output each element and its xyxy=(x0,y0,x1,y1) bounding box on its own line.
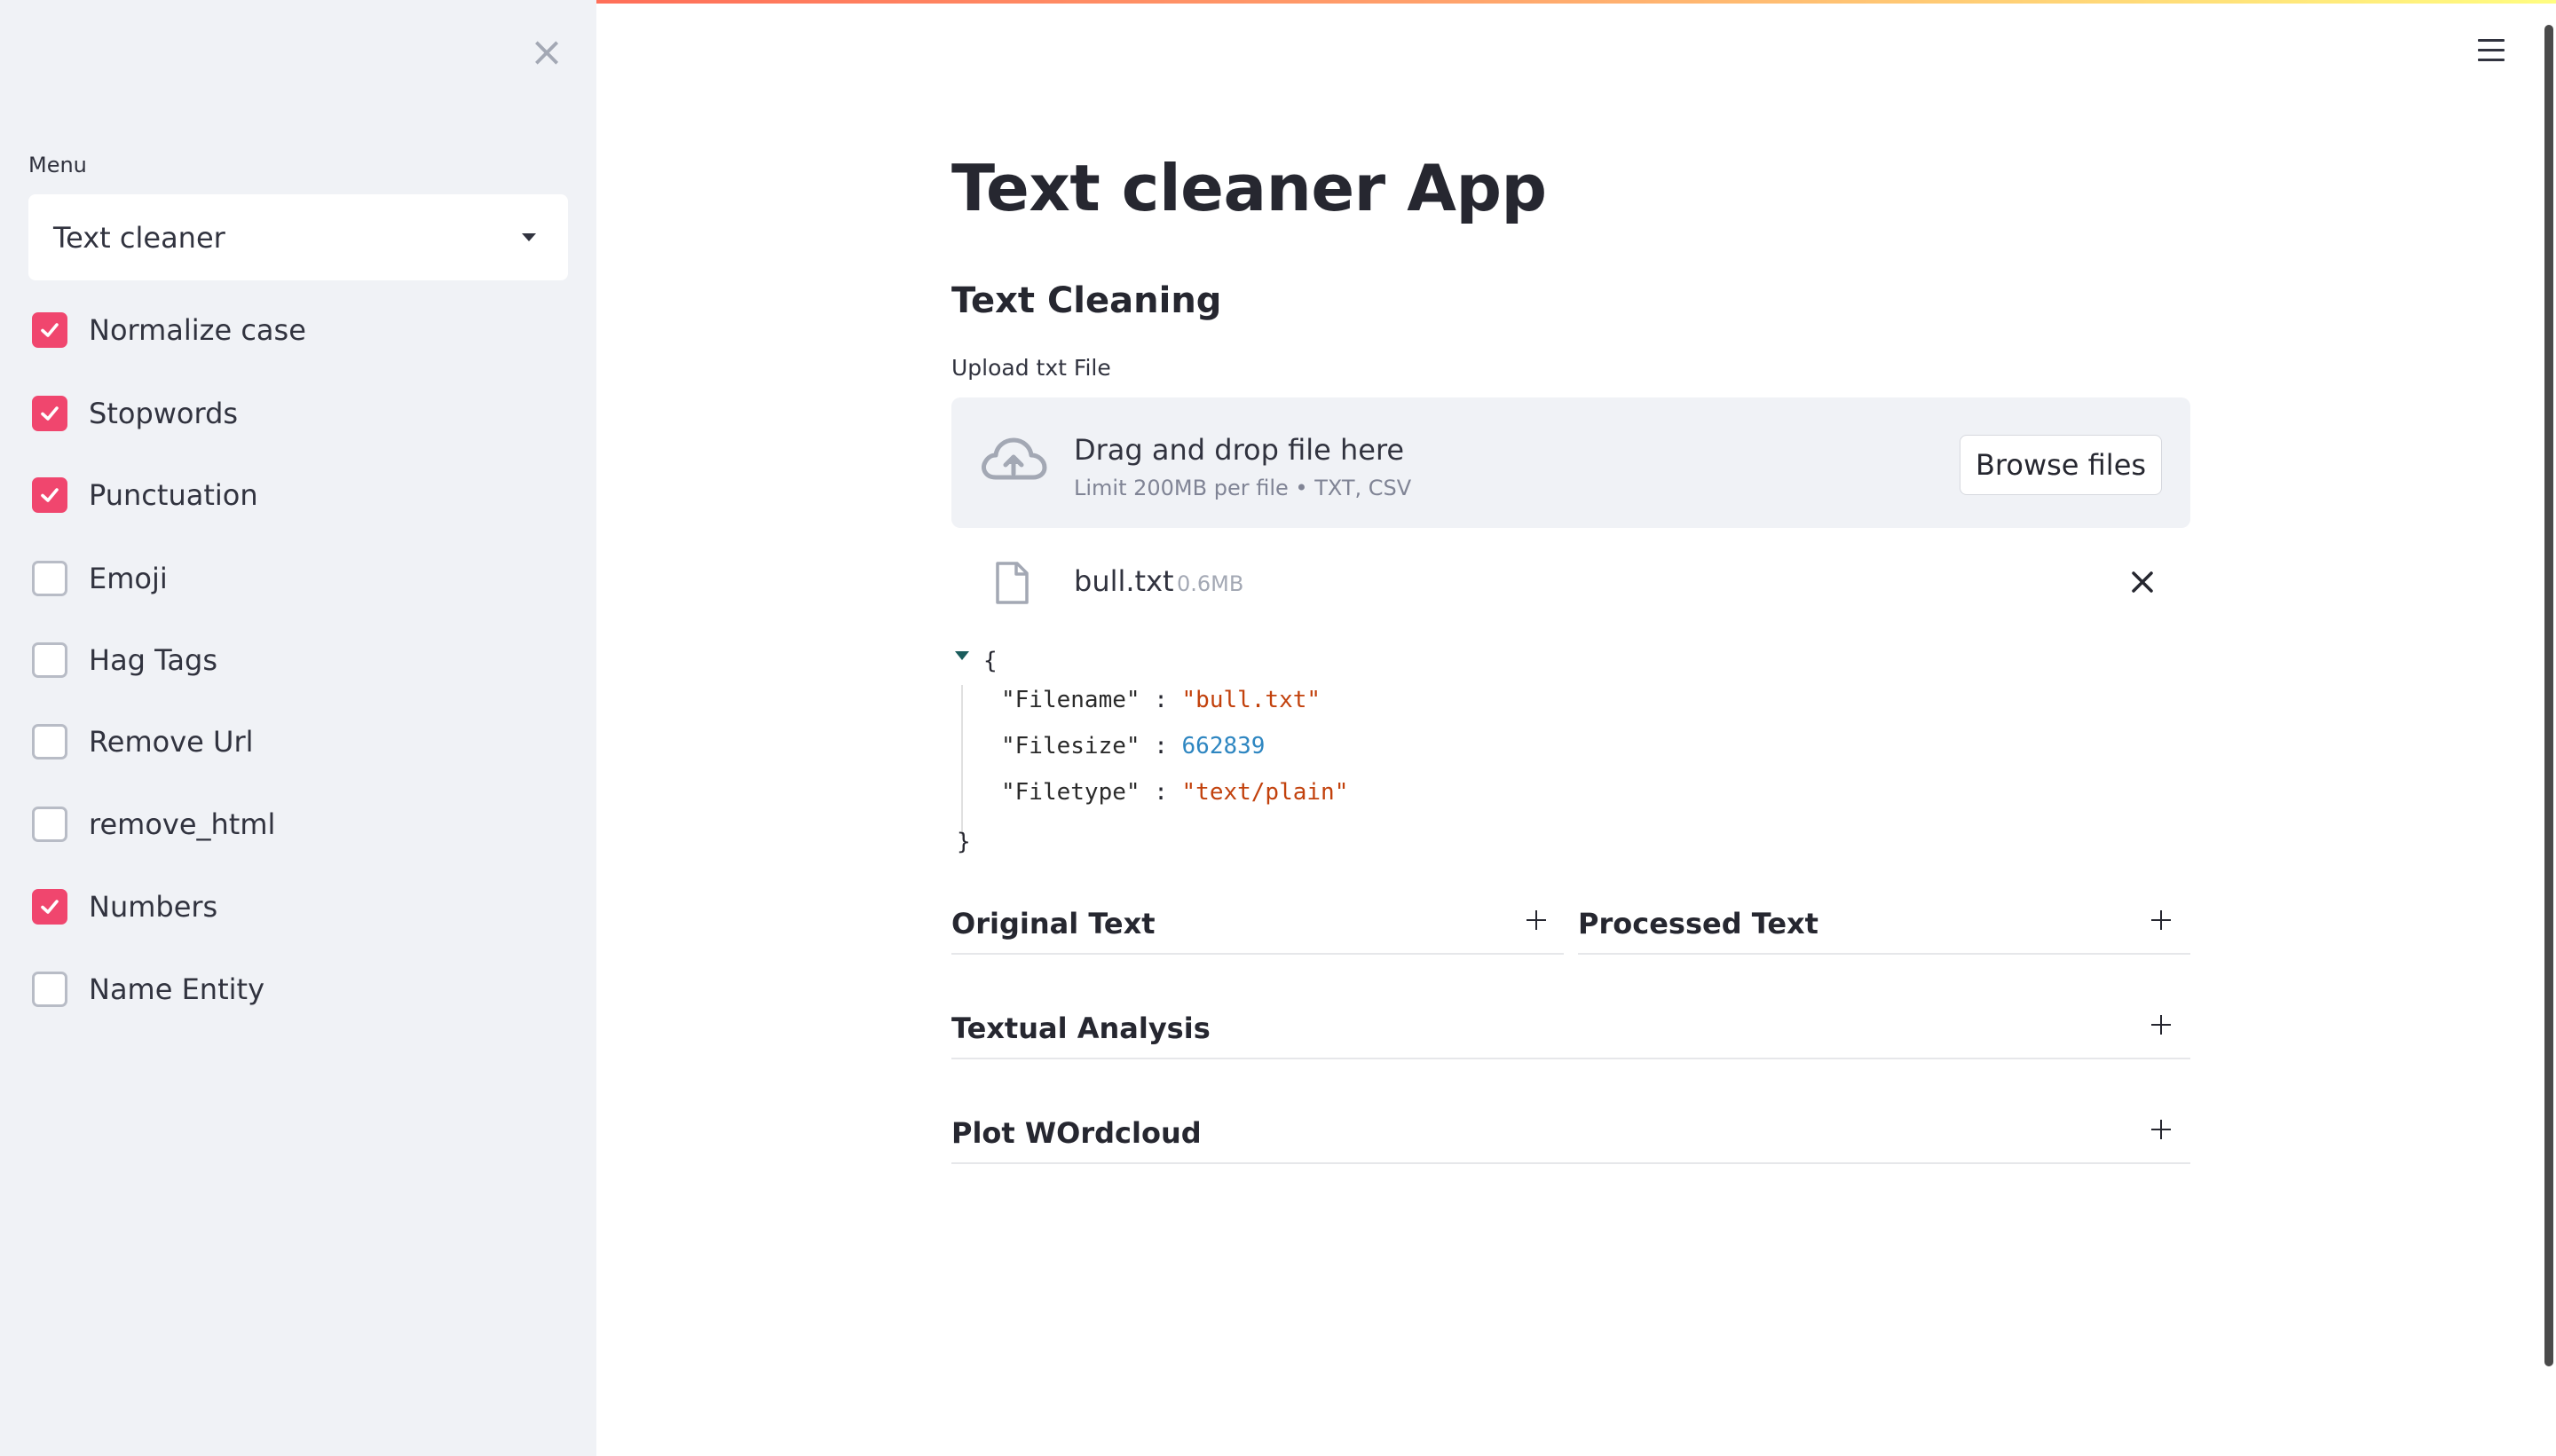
checkbox-label: Normalize case xyxy=(89,313,306,347)
checkbox-row[interactable]: Stopwords xyxy=(32,394,238,433)
checkbox-label: Name Entity xyxy=(89,972,264,1006)
checkbox-row[interactable]: Punctuation xyxy=(32,476,258,515)
plus-icon xyxy=(2151,910,2171,930)
checkbox-row[interactable]: remove_html xyxy=(32,805,275,844)
json-entry: "Filetype" : "text/plain" xyxy=(1001,779,1348,806)
checkbox-row[interactable]: Normalize case xyxy=(32,311,306,350)
checkbox-checked[interactable] xyxy=(32,312,67,348)
plus-icon xyxy=(2151,1015,2171,1035)
menu-label: Menu xyxy=(28,153,87,177)
expander-label: Original Text xyxy=(951,907,1156,940)
sidebar: × Menu Text cleaner Normalize case Stopwo… xyxy=(0,0,596,1456)
checkbox-row[interactable]: Name Entity xyxy=(32,970,264,1009)
browse-files-button[interactable]: Browse files xyxy=(1960,435,2162,495)
checkbox-row[interactable]: Hag Tags xyxy=(32,641,217,680)
uploaded-file-row: bull.txt 0.6MB xyxy=(951,554,2190,610)
json-separator: : xyxy=(1140,687,1182,713)
expander-plot-wordcloud[interactable]: Plot WOrdcloud xyxy=(951,1107,2190,1164)
file-name: bull.txt xyxy=(1074,564,1174,598)
chevron-down-icon xyxy=(522,233,536,241)
expander-original-text[interactable]: Original Text xyxy=(951,898,1564,955)
section-subtitle: Text Cleaning xyxy=(951,280,1222,321)
json-separator: : xyxy=(1140,779,1182,806)
checkbox-unchecked[interactable] xyxy=(32,642,67,678)
dropzone-title: Drag and drop file here xyxy=(1074,433,1405,467)
checkbox-checked[interactable] xyxy=(32,477,67,513)
menu-select-value: Text cleaner xyxy=(53,221,225,255)
json-entry: "Filesize" : 662839 xyxy=(1001,733,1265,759)
hamburger-menu-icon[interactable] xyxy=(2478,39,2505,62)
plus-icon xyxy=(2151,1120,2171,1139)
json-key: "Filesize" xyxy=(1001,733,1140,759)
remove-file-icon[interactable] xyxy=(2128,568,2157,596)
checkbox-label: Punctuation xyxy=(89,478,258,512)
file-size: 0.6MB xyxy=(1177,571,1244,596)
checkbox-unchecked[interactable] xyxy=(32,807,67,842)
expander-processed-text[interactable]: Processed Text xyxy=(1578,898,2190,955)
expander-textual-analysis[interactable]: Textual Analysis xyxy=(951,1003,2190,1059)
json-key: "Filetype" xyxy=(1001,779,1140,806)
file-icon xyxy=(996,562,1029,604)
checkbox-unchecked[interactable] xyxy=(32,724,67,759)
checkbox-checked[interactable] xyxy=(32,889,67,925)
json-separator: : xyxy=(1140,733,1182,759)
checkbox-unchecked[interactable] xyxy=(32,972,67,1007)
checkbox-label: Remove Url xyxy=(89,725,254,759)
checkbox-label: remove_html xyxy=(89,807,276,841)
expander-label: Plot WOrdcloud xyxy=(951,1116,1202,1150)
checkbox-checked[interactable] xyxy=(32,396,67,431)
json-open-brace: { xyxy=(983,648,998,674)
json-value: "text/plain" xyxy=(1181,779,1349,806)
checkbox-row[interactable]: Emoji xyxy=(32,559,168,598)
checkmark-icon xyxy=(41,900,59,914)
json-key: "Filename" xyxy=(1001,687,1140,713)
upload-label: Upload txt File xyxy=(951,355,1111,381)
menu-select[interactable]: Text cleaner xyxy=(28,194,568,280)
file-dropzone[interactable]: Drag and drop file here Limit 200MB per … xyxy=(951,397,2190,528)
checkbox-label: Hag Tags xyxy=(89,643,217,677)
json-indent-guide xyxy=(961,685,963,836)
expander-label: Textual Analysis xyxy=(951,1011,1211,1045)
checkbox-row[interactable]: Remove Url xyxy=(32,722,254,761)
expander-label: Processed Text xyxy=(1578,907,1818,940)
dropzone-limit-text: Limit 200MB per file • TXT, CSV xyxy=(1074,476,1412,500)
json-value: "bull.txt" xyxy=(1181,687,1321,713)
scrollbar-thumb[interactable] xyxy=(2544,25,2553,1366)
checkbox-label: Numbers xyxy=(89,890,218,924)
checkmark-icon xyxy=(41,488,59,502)
checkmark-icon xyxy=(41,323,59,337)
cloud-upload-icon xyxy=(982,437,1047,480)
checkbox-unchecked[interactable] xyxy=(32,561,67,596)
json-close-brace: } xyxy=(957,829,971,855)
checkbox-label: Stopwords xyxy=(89,397,239,430)
checkmark-icon xyxy=(41,406,59,421)
json-value: 662839 xyxy=(1181,733,1266,759)
json-entry: "Filename" : "bull.txt" xyxy=(1001,687,1321,713)
checkbox-label: Emoji xyxy=(89,562,168,595)
checkbox-row[interactable]: Numbers xyxy=(32,887,217,926)
page-title: Text cleaner App xyxy=(951,151,1547,225)
plus-icon xyxy=(1526,910,1546,930)
json-collapse-toggle-icon[interactable] xyxy=(955,651,969,660)
close-icon[interactable]: × xyxy=(529,31,564,72)
